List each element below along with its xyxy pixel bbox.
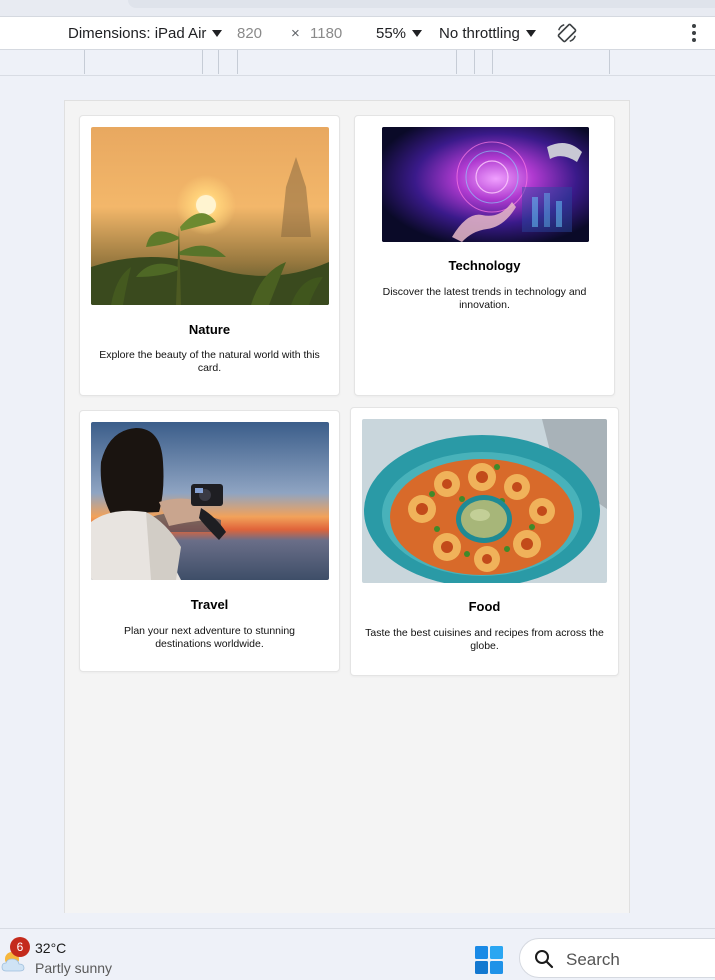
height-input[interactable]: 1180 [310,16,342,50]
card-food[interactable]: Food Taste the best cuisines and recipes… [350,407,619,676]
card-title: Technology [448,258,521,273]
height-value: 1180 [310,24,343,42]
card-description: Plan your next adventure to stunning des… [123,625,296,650]
travel-image [91,422,329,580]
technology-image [382,127,589,242]
card-title: Nature [188,322,231,337]
card-nature[interactable]: Nature Explore the beauty of the natural… [79,115,340,396]
throttling-dropdown[interactable]: No throttling [439,16,536,50]
page-viewport: Nature Explore the beauty of the natural… [64,100,630,913]
nature-image [91,127,329,305]
chevron-down-icon [525,30,536,37]
search-icon [535,950,554,969]
width-value: 820 [237,24,263,42]
tab-strip [128,0,715,8]
rotate-button[interactable] [556,16,578,50]
weather-widget[interactable]: 6 32°C Partly sunny [0,937,130,977]
zoom-dropdown[interactable]: 55% [376,16,423,50]
chevron-down-icon [212,30,223,37]
search-label: Search [566,950,620,969]
card-description: Taste the best cuisines and recipes from… [365,627,604,652]
dimensions-dropdown[interactable]: Dimensions: iPad Air [68,16,223,50]
more-vert-icon [692,24,696,42]
times-separator: × [291,16,300,50]
card-title: Food [468,599,501,614]
windows-start-icon[interactable] [474,945,504,975]
weather-condition: Partly sunny [35,960,113,976]
device-toolbar: Dimensions: iPad Air 820 × 1180 55% No t… [0,16,715,50]
taskbar-search-box[interactable]: Search [519,938,715,978]
notification-badge: 6 [10,937,30,957]
zoom-label: 55% [376,24,407,42]
card-title: Travel [190,597,229,612]
browser-top-strip [0,0,715,16]
chevron-down-icon [412,30,423,37]
weather-temperature: 32°C [35,940,67,956]
throttling-label: No throttling [439,24,520,42]
media-query-ruler[interactable] [0,50,715,76]
food-image [362,419,607,583]
taskbar: 6 32°C Partly sunny Search [0,928,715,980]
card-description: Explore the beauty of the natural world … [99,349,320,374]
card-technology[interactable]: Technology Discover the latest trends in… [354,115,615,396]
dimensions-label: Dimensions: iPad Air [68,24,207,42]
rotate-icon [557,23,577,43]
card-description: Discover the latest trends in technology… [382,286,587,311]
more-options-button[interactable] [692,16,696,50]
times-label: × [291,24,300,42]
width-input[interactable]: 820 [237,16,262,50]
card-travel[interactable]: Travel Plan your next adventure to stunn… [79,410,340,672]
